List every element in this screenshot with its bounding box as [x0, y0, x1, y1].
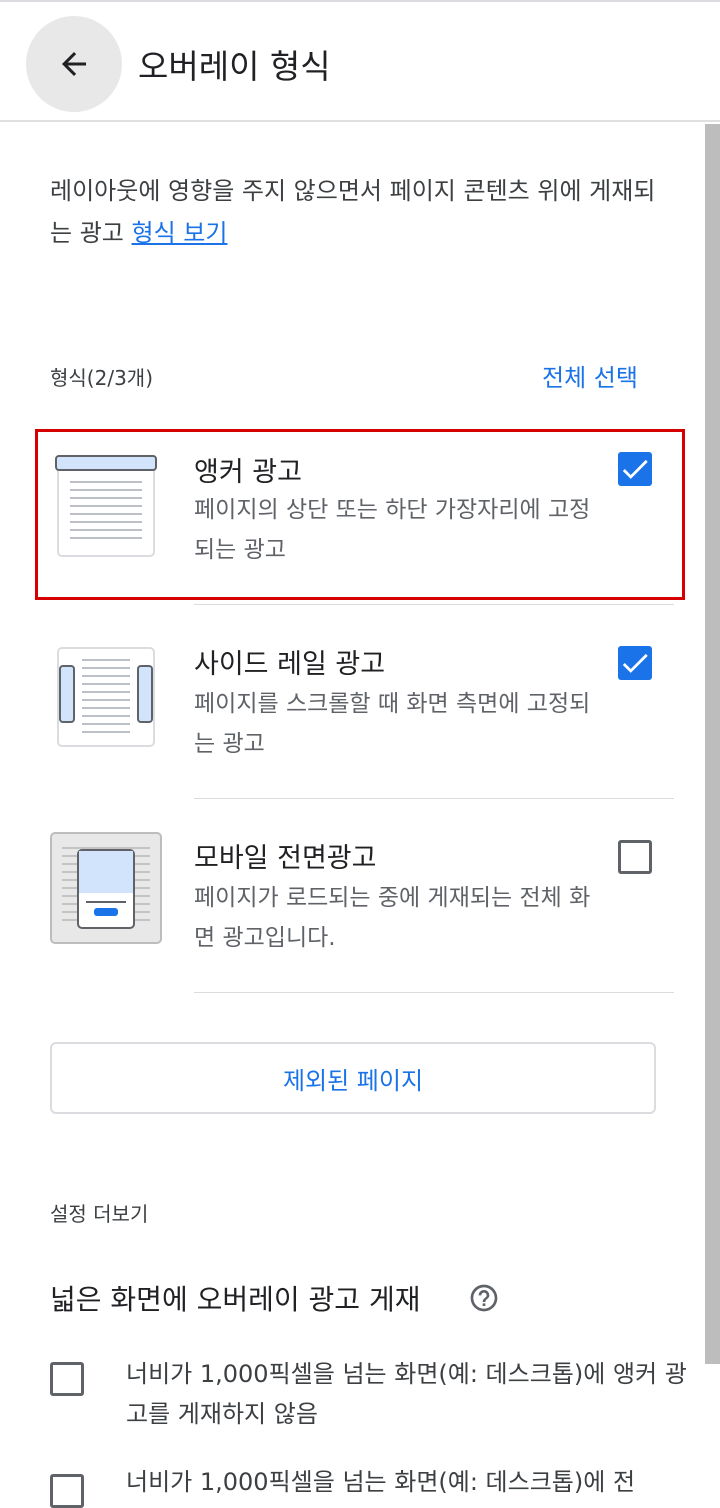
desktop-anchor-checkbox[interactable]	[50, 1362, 84, 1396]
divider	[194, 992, 674, 993]
arrow-left-icon	[62, 52, 86, 76]
back-button[interactable]	[26, 16, 122, 112]
help-circle-icon[interactable]	[468, 1282, 500, 1314]
format-title: 사이드 레일 광고	[194, 649, 386, 680]
mobile-interstitial-icon	[50, 832, 162, 944]
desktop-side-rail-checkbox[interactable]	[50, 1474, 84, 1508]
format-desc: 페이지의 상단 또는 하단 가장자리에 고정되는 광고	[194, 497, 591, 563]
view-formats-link[interactable]: 형식 보기	[132, 219, 228, 247]
formats-count-label: 형식(2/3개)	[50, 366, 153, 390]
format-item-side-rail[interactable]: 사이드 레일 광고 페이지를 스크롤할 때 화면 측면에 고정되는 광고	[0, 640, 705, 790]
more-settings-label: 설정 더보기	[50, 1202, 149, 1226]
divider	[194, 798, 674, 799]
format-item-interstitial[interactable]: 모바일 전면광고 페이지가 로드되는 중에 게재되는 전체 화면 광고입니다.	[0, 832, 705, 992]
desktop-anchor-option-label: 너비가 1,000픽셀을 넘는 화면(예: 데스크톱)에 앵커 광고를 게재하지…	[126, 1360, 687, 1428]
excluded-pages-button[interactable]: 제외된 페이지	[50, 1042, 656, 1114]
side-rail-checkbox[interactable]	[618, 646, 652, 680]
divider	[194, 604, 674, 605]
anchor-ad-icon	[55, 455, 157, 557]
format-item-anchor[interactable]: 앵커 광고 페이지의 상단 또는 하단 가장자리에 고정되는 광고	[0, 440, 705, 600]
desktop-second-option-label: 너비가 1,000픽셀을 넘는 화면(예: 데스크톱)에 전	[126, 1468, 636, 1496]
side-rail-ad-icon	[57, 647, 155, 747]
anchor-ad-checkbox[interactable]	[618, 452, 652, 486]
select-all-button[interactable]: 전체 선택	[542, 358, 638, 393]
format-desc: 페이지를 스크롤할 때 화면 측면에 고정되는 광고	[194, 691, 591, 757]
format-title: 모바일 전면광고	[194, 843, 377, 874]
scrollbar[interactable]	[705, 124, 720, 1364]
interstitial-checkbox[interactable]	[618, 840, 652, 874]
format-title: 앵커 광고	[194, 457, 302, 488]
format-desc: 페이지가 로드되는 중에 게재되는 전체 화면 광고입니다.	[194, 885, 591, 951]
description-text: 레이아웃에 영향을 주지 않으면서 페이지 콘텐츠 위에 게재되는 광고 형식 …	[50, 170, 670, 254]
checkmark-icon	[622, 653, 648, 673]
wide-screen-title: 넓은 화면에 오버레이 광고 게재	[50, 1283, 421, 1316]
header-bar: 오버레이 형식	[0, 0, 720, 122]
checkmark-icon	[622, 459, 648, 479]
page-title: 오버레이 형식	[138, 47, 331, 86]
